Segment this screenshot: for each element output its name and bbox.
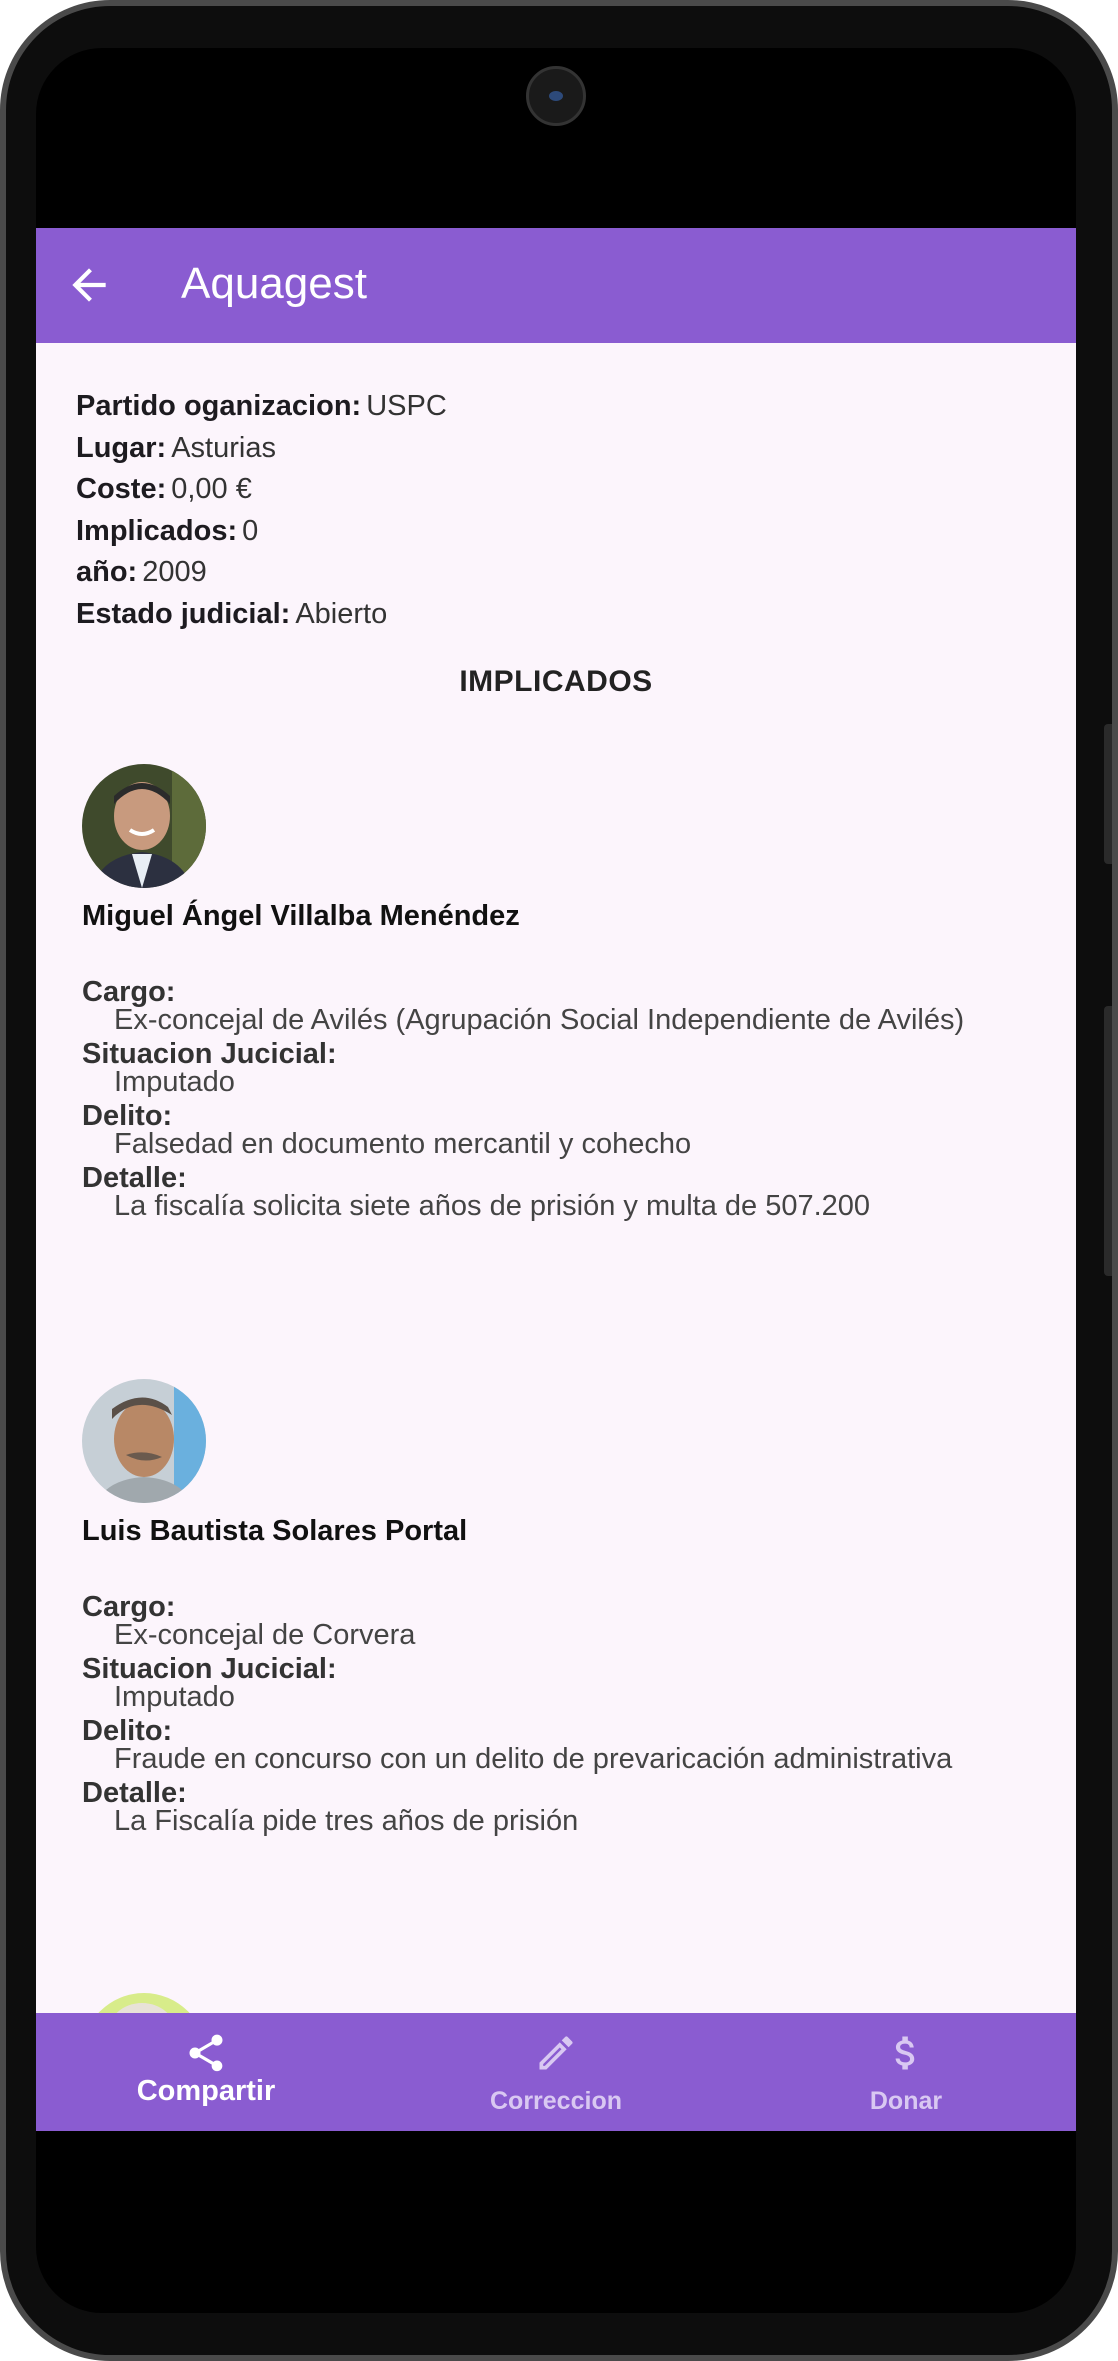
detail-value: USPC bbox=[366, 390, 447, 422]
section-title-implicados: IMPLICADOS bbox=[459, 665, 653, 698]
nav-compartir[interactable]: Compartir bbox=[106, 2013, 306, 2131]
share-icon bbox=[189, 2034, 223, 2072]
avatar bbox=[82, 1379, 206, 1503]
detail-row-coste: Coste: 0,00 € bbox=[76, 469, 447, 511]
detail-label: Partido oganizacion: bbox=[76, 390, 362, 422]
detalle-value: La fiscalía solicita siete años de prisi… bbox=[114, 1190, 871, 1222]
cargo-value: Ex-concejal de Corvera bbox=[114, 1619, 416, 1651]
situacion-value: Imputado bbox=[114, 1681, 235, 1713]
detail-value: 0,00 € bbox=[171, 473, 252, 505]
detail-label: Lugar: bbox=[76, 431, 167, 464]
person-card: Luis Bautista Solares Portal Cargo: Ex-c… bbox=[82, 1379, 1042, 1837]
detalle-value: La Fiscalía pide tres años de prisión bbox=[114, 1805, 579, 1837]
delito-value: Fraude en concurso con un delito de prev… bbox=[114, 1743, 953, 1775]
nav-correccion[interactable]: Correccion bbox=[456, 2013, 656, 2131]
detail-content[interactable]: Partido oganizacion: USPC Lugar: Asturias … bbox=[36, 343, 1076, 2013]
detail-label: año: bbox=[76, 556, 138, 588]
app-bar: Aquagest bbox=[36, 228, 1076, 343]
person-name: Miguel Ángel Villalba Menéndez bbox=[82, 900, 520, 932]
person-name: Luis Bautista Solares Portal bbox=[82, 1515, 468, 1547]
detail-label: Implicados: bbox=[76, 514, 238, 547]
detail-value: Abierto bbox=[295, 597, 388, 630]
arrow-back-icon bbox=[72, 268, 106, 302]
detail-row-anio: año: 2009 bbox=[76, 552, 447, 594]
detail-row-partido: Partido oganizacion: USPC bbox=[76, 386, 447, 428]
back-button[interactable] bbox=[64, 260, 114, 310]
nav-label: Compartir bbox=[136, 2075, 276, 2107]
avatar bbox=[82, 1993, 206, 2013]
cargo-value: Ex-concejal de Avilés (Agrupación Social… bbox=[114, 1004, 965, 1036]
front-camera bbox=[526, 66, 586, 126]
situacion-value: Imputado bbox=[114, 1066, 235, 1098]
phone-frame: Aquagest Partido oganizacion: USPC Lugar:… bbox=[0, 0, 1118, 2361]
page-title: Aquagest bbox=[181, 259, 367, 308]
case-details: Partido oganizacion: USPC Lugar: Asturias … bbox=[76, 386, 447, 635]
detail-row-lugar: Lugar: Asturias bbox=[76, 428, 447, 470]
avatar bbox=[82, 764, 206, 888]
volume-button bbox=[1104, 724, 1112, 864]
nav-label: Donar bbox=[869, 2087, 943, 2115]
screen: Aquagest Partido oganizacion: USPC Lugar:… bbox=[36, 48, 1076, 2313]
delito-value: Falsedad en documento mercantil y cohech… bbox=[114, 1128, 692, 1160]
bottom-navigation: Compartir Correccion Donar bbox=[36, 2013, 1076, 2131]
detail-value: Asturias bbox=[171, 431, 276, 464]
detail-label: Estado judicial: bbox=[76, 597, 291, 630]
person-card bbox=[82, 1993, 1042, 2013]
detail-value: 0 bbox=[242, 514, 259, 547]
pencil-icon bbox=[539, 2036, 573, 2070]
person-card: Miguel Ángel Villalba Menéndez Cargo: Ex… bbox=[82, 764, 1042, 1222]
detail-label: Coste: bbox=[76, 473, 167, 505]
detail-row-implicados: Implicados: 0 bbox=[76, 511, 447, 553]
dollar-icon bbox=[895, 2036, 915, 2070]
detail-row-estado: Estado judicial: Abierto bbox=[76, 594, 447, 636]
detail-value: 2009 bbox=[142, 556, 207, 588]
power-button bbox=[1104, 1006, 1112, 1276]
nav-donar[interactable]: Donar bbox=[806, 2013, 1006, 2131]
nav-label: Correccion bbox=[490, 2087, 622, 2115]
